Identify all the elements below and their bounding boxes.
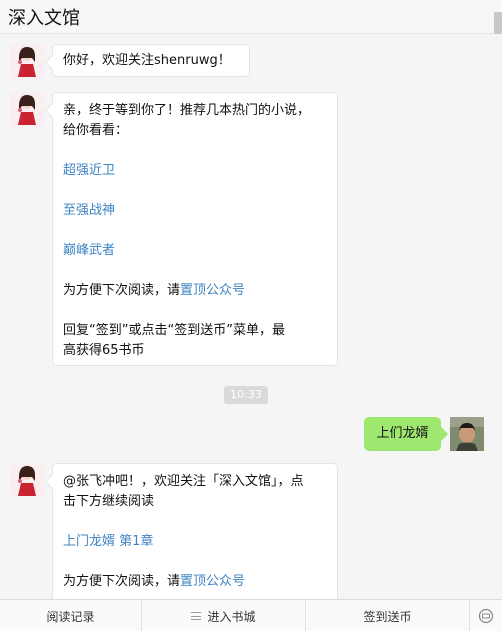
bottom-menu: 阅读记录 进入书城 签到送币: [0, 599, 502, 631]
message-bubble-recommend: 亲，终于等到你了！推荐几本热门的小说， 给你看看： 超强近卫 至强战神 巅峰武者…: [52, 92, 338, 366]
book-link-1[interactable]: 超强近卫: [63, 161, 327, 181]
official-account-avatar[interactable]: [10, 92, 44, 126]
pin-reminder-text-2: 为方便下次阅读，请: [63, 574, 181, 589]
user-photo-icon: [450, 417, 484, 451]
girl-avatar-icon: [10, 44, 44, 78]
chat-title: 深入文馆: [8, 8, 80, 29]
message-timestamp: 10:33: [224, 386, 268, 404]
checkin-line-1: 回复“签到”或点击“签到送币”菜单，最: [63, 323, 285, 338]
user-message-text: 上们龙婿: [376, 426, 429, 441]
recommend-line-2: 给你看看：: [63, 123, 129, 138]
checkin-line-2: 高获得65书币: [63, 343, 145, 358]
book-link-3[interactable]: 巅峰武者: [63, 241, 327, 261]
girl-avatar-icon: [10, 92, 44, 126]
official-account-avatar[interactable]: [10, 463, 44, 497]
recommend-line-1: 亲，终于等到你了！推荐几本热门的小说，: [63, 103, 311, 118]
menu-checkin-coins[interactable]: 签到送币: [306, 600, 470, 631]
menu-checkin-coins-label: 签到送币: [363, 609, 412, 624]
pin-reminder: 为方便下次阅读，请置顶公众号: [63, 281, 327, 301]
menu-reading-history-label: 阅读记录: [46, 609, 95, 624]
user-avatar[interactable]: [450, 417, 484, 451]
official-account-avatar[interactable]: [10, 44, 44, 78]
keyboard-toggle[interactable]: [470, 600, 502, 631]
chat-header: 深入文馆: [0, 0, 502, 34]
keyboard-icon: [478, 608, 494, 624]
chapter-link[interactable]: 上门龙婿 第1章: [63, 532, 327, 552]
menu-enter-bookstore-label: 进入书城: [207, 609, 256, 624]
message-bubble-continue-reading: @张飞冲吧！，欢迎关注「深入文馆」，点 击下方继续阅读 上门龙婿 第1章 为方便…: [52, 463, 338, 603]
scrollbar-thumb[interactable]: [494, 12, 502, 34]
message-bubble-welcome: 你好，欢迎关注shenruwg！: [52, 44, 250, 77]
book-link-2[interactable]: 至强战神: [63, 201, 327, 221]
girl-avatar-icon: [10, 463, 44, 497]
menu-enter-bookstore[interactable]: 进入书城: [142, 600, 306, 631]
pin-account-link-2[interactable]: 置顶公众号: [180, 574, 245, 589]
menu-reading-history[interactable]: 阅读记录: [0, 600, 142, 631]
submenu-icon: [191, 612, 202, 620]
user-message-bubble: 上们龙婿: [364, 417, 441, 451]
pin-reminder-2: 为方便下次阅读，请置顶公众号: [63, 572, 327, 592]
welcome-text: 你好，欢迎关注shenruwg！: [63, 53, 231, 68]
pin-account-link[interactable]: 置顶公众号: [180, 283, 245, 298]
continue-line-2: 击下方继续阅读: [63, 494, 155, 509]
continue-line-1: @张飞冲吧！，欢迎关注「深入文馆」，点: [63, 474, 304, 489]
pin-reminder-text: 为方便下次阅读，请: [63, 283, 181, 298]
